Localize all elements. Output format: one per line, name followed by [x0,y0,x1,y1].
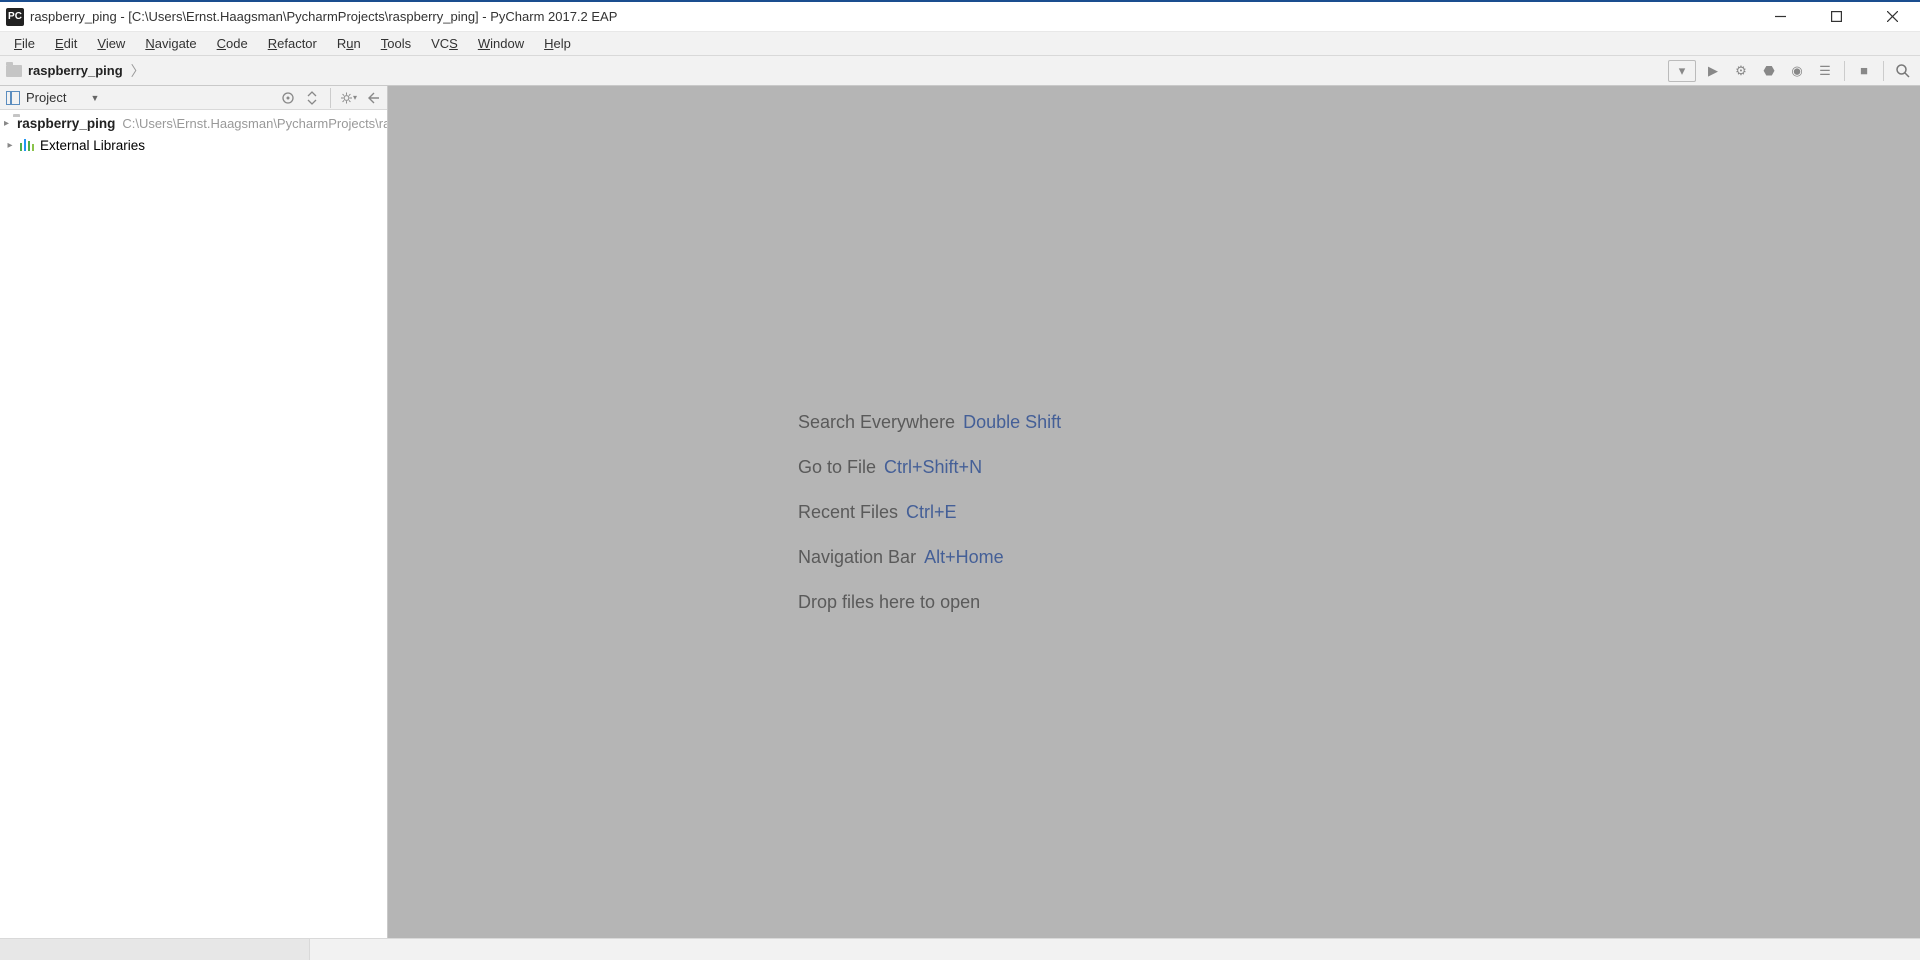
search-everywhere-button[interactable] [1892,60,1914,82]
shortcut-label: Go to File [798,457,876,478]
shortcut-label: Navigation Bar [798,547,916,568]
shortcut-label: Search Everywhere [798,412,955,433]
shortcut-key: Ctrl+E [906,502,957,523]
breadcrumb[interactable]: raspberry_ping 〉 [6,61,145,81]
menu-refactor[interactable]: Refactor [258,34,327,53]
folder-icon [6,65,22,77]
menu-tools[interactable]: Tools [371,34,421,53]
search-icon [1895,63,1911,79]
shortcut-hint: Drop files here to open [798,592,1061,613]
close-button[interactable] [1864,2,1920,32]
tree-external-libs-node[interactable]: ▸ External Libraries [0,134,387,156]
menubar: FileEditViewNavigateCodeRefactorRunTools… [0,32,1920,56]
project-panel-header[interactable]: Project ▼ ▾ [0,86,387,110]
stop-button[interactable]: ■ [1853,60,1875,82]
shortcut-hint: Go to File Ctrl+Shift+N [798,457,1061,478]
collapse-icon[interactable] [304,90,320,106]
project-panel-title: Project [26,90,66,105]
tree-root-path: C:\Users\Ernst.Haagsman\PycharmProjects\… [122,116,387,131]
run-config-dropdown[interactable]: ▾ [1668,60,1696,82]
bug-icon: ⚙ [1735,63,1747,79]
project-panel: Project ▼ ▾ [0,86,388,938]
tree-root-name: raspberry_ping [17,116,115,131]
menu-run[interactable]: Run [327,34,371,53]
minimize-button[interactable] [1752,2,1808,32]
shortcut-key: Alt+Home [924,547,1004,568]
project-view-icon [6,91,20,105]
shortcut-key: Ctrl+Shift+N [884,457,982,478]
maximize-button[interactable] [1808,2,1864,32]
statusbar [0,938,1920,960]
gear-icon[interactable]: ▾ [341,90,357,106]
locate-icon[interactable] [280,90,296,106]
expand-icon[interactable]: ▸ [4,118,9,129]
project-tree: ▸ raspberry_ping C:\Users\Ernst.Haagsman… [0,110,387,938]
window-title: raspberry_ping - [C:\Users\Ernst.Haagsma… [30,9,617,24]
run-button[interactable]: ▶ [1702,60,1724,82]
maximize-icon [1831,11,1842,22]
menu-edit[interactable]: Edit [45,34,87,53]
chevron-down-icon: ▾ [1679,63,1686,79]
close-icon [1887,11,1898,22]
menu-navigate[interactable]: Navigate [135,34,206,53]
debug-button[interactable]: ⚙ [1730,60,1752,82]
chevron-right-icon: 〉 [131,61,145,81]
separator [1883,61,1884,81]
minimize-icon [1775,11,1786,22]
shortcut-key: Double Shift [963,412,1061,433]
separator [1844,61,1845,81]
editor-empty-state[interactable]: Search Everywhere Double Shift Go to File C… [388,86,1920,938]
titlebar: PC raspberry_ping - [C:\Users\Ernst.Haag… [0,2,1920,32]
main-area: Project ▼ ▾ [0,86,1920,938]
structure-button[interactable]: ☰ [1814,60,1836,82]
menu-help[interactable]: Help [534,34,581,53]
coverage-icon: ⬣ [1763,63,1774,79]
tree-root-node[interactable]: ▸ raspberry_ping C:\Users\Ernst.Haagsman… [0,112,387,134]
hide-panel-icon[interactable] [365,90,381,106]
tree-external-libs-label: External Libraries [40,138,145,153]
menu-code[interactable]: Code [207,34,258,53]
menu-vcs[interactable]: VCS [421,34,468,53]
profile-button[interactable]: ◉ [1786,60,1808,82]
app-icon: PC [6,8,24,26]
library-icon [20,139,36,151]
play-icon: ▶ [1708,63,1718,79]
shortcut-label: Drop files here to open [798,592,980,613]
menu-file[interactable]: File [4,34,45,53]
navbar: raspberry_ping 〉 ▾ ▶ ⚙ ⬣ ◉ ☰ ■ [0,56,1920,86]
stop-icon: ■ [1860,63,1868,78]
menu-window[interactable]: Window [468,34,534,53]
expand-icon[interactable]: ▸ [4,140,16,151]
shortcut-hints: Search Everywhere Double Shift Go to File C… [798,412,1061,613]
shortcut-hint: Navigation Bar Alt+Home [798,547,1061,568]
profile-icon: ◉ [1791,63,1802,79]
separator [330,88,331,108]
chevron-down-icon[interactable]: ▼ [90,93,99,103]
shortcut-hint: Search Everywhere Double Shift [798,412,1061,433]
shortcut-hint: Recent Files Ctrl+E [798,502,1061,523]
status-segment [0,939,310,960]
coverage-button[interactable]: ⬣ [1758,60,1780,82]
menu-view[interactable]: View [87,34,135,53]
shortcut-label: Recent Files [798,502,898,523]
structure-icon: ☰ [1819,63,1831,79]
breadcrumb-project: raspberry_ping [28,63,123,78]
